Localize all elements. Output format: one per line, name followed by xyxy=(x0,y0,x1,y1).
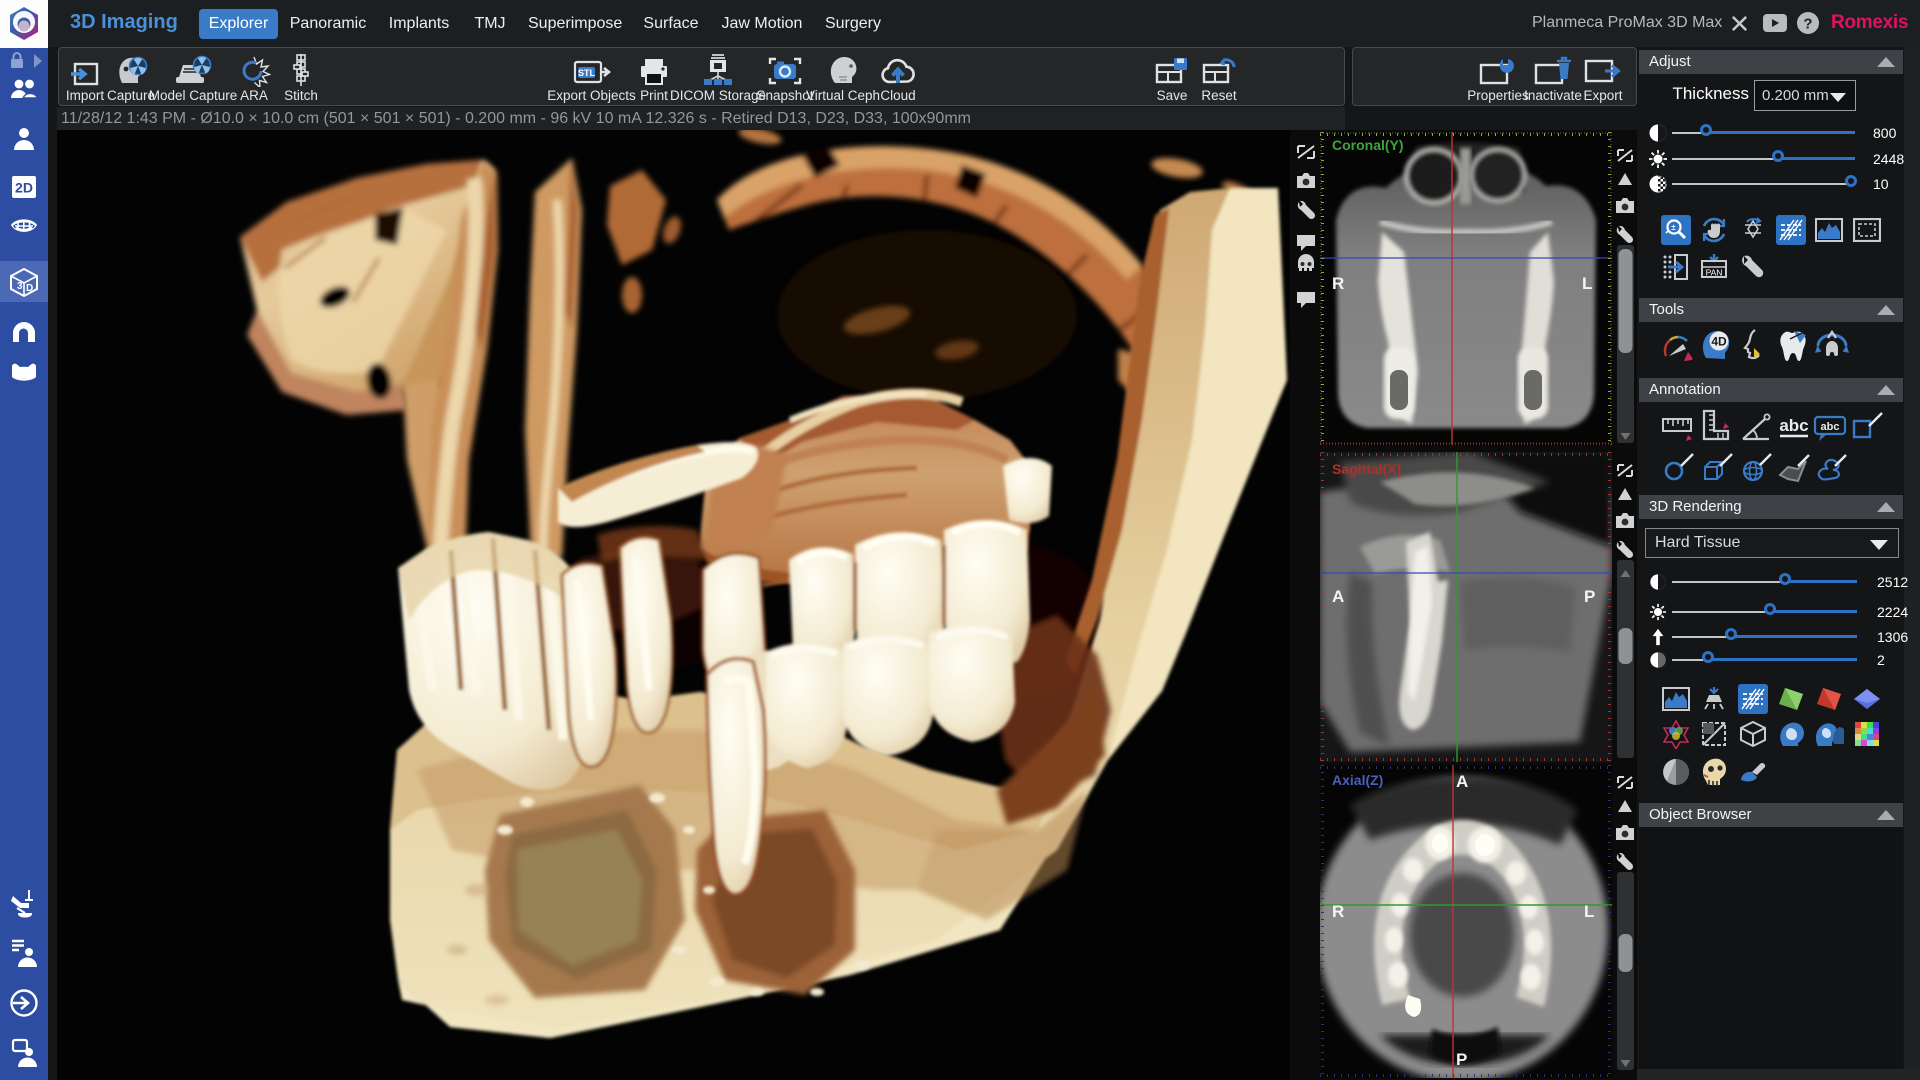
svg-text:±: ± xyxy=(1671,223,1676,232)
svg-text:Sagittal(X): Sagittal(X) xyxy=(1332,461,1401,477)
svg-text:A: A xyxy=(1332,587,1344,606)
svg-text:L: L xyxy=(1582,274,1592,293)
svg-text:?: ? xyxy=(1803,16,1812,33)
svg-text:P: P xyxy=(1456,1050,1467,1069)
svg-text:R: R xyxy=(1332,274,1344,293)
svg-text:2D: 2D xyxy=(15,180,33,196)
svg-text:Coronal(Y): Coronal(Y) xyxy=(1332,137,1404,153)
svg-text:4D: 4D xyxy=(1711,335,1727,349)
svg-text:L: L xyxy=(1584,902,1594,921)
svg-text:abc: abc xyxy=(1821,421,1840,433)
svg-text:A: A xyxy=(1456,772,1468,791)
svg-text:STL: STL xyxy=(578,68,596,78)
svg-text:D: D xyxy=(26,283,33,294)
svg-text:Axial(Z): Axial(Z) xyxy=(1332,772,1383,788)
svg-text:P: P xyxy=(1584,587,1595,606)
svg-text:R: R xyxy=(1332,902,1344,921)
svg-text:abc: abc xyxy=(1779,416,1808,435)
svg-text:PAN: PAN xyxy=(1706,268,1723,278)
svg-text:3: 3 xyxy=(17,281,23,292)
